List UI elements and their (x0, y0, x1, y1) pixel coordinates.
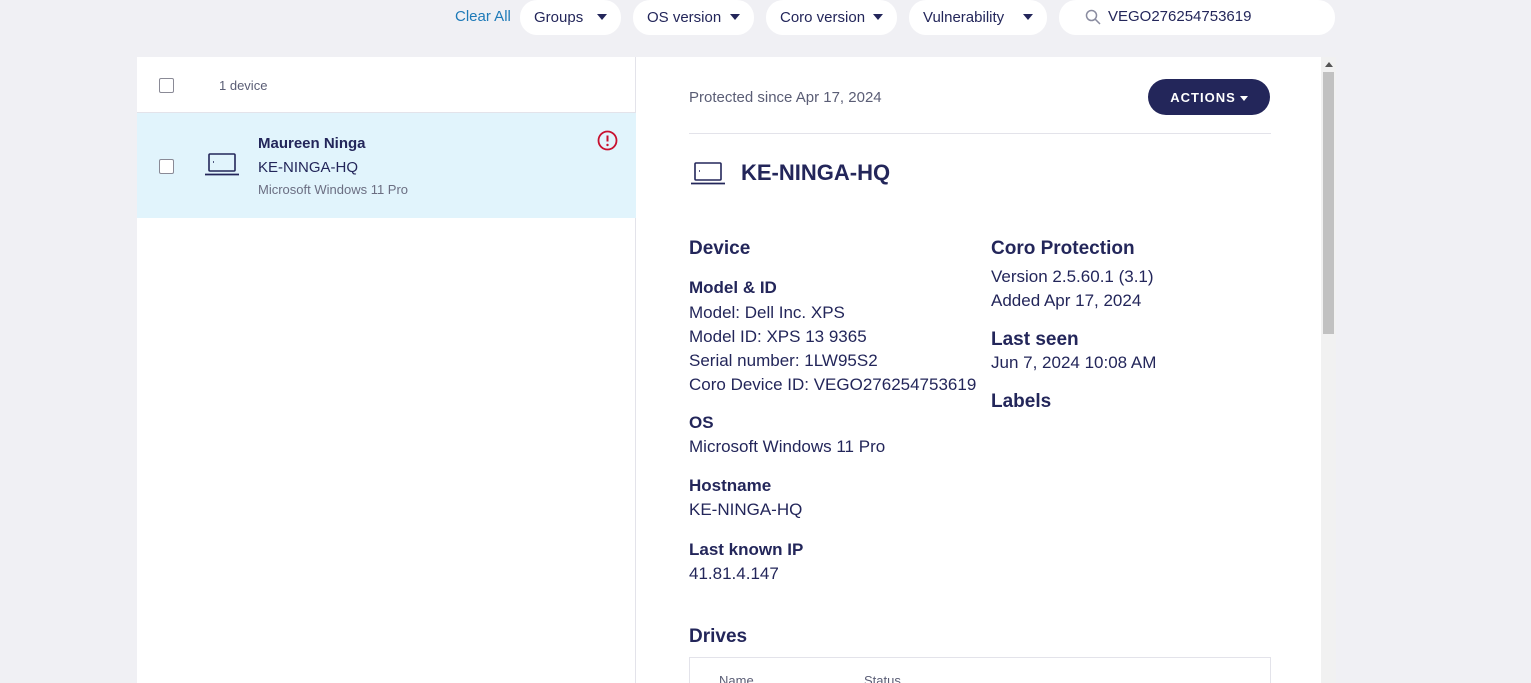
clear-all-link[interactable]: Clear All (455, 8, 511, 25)
added-date-value: Added Apr 17, 2024 (991, 291, 1142, 310)
actions-label: ACTIONS (1170, 89, 1236, 105)
chevron-down-icon (873, 14, 883, 20)
last-seen-value: Jun 7, 2024 10:08 AM (991, 353, 1157, 372)
os-value: Microsoft Windows 11 Pro (689, 437, 886, 456)
scrollbar[interactable] (1321, 57, 1336, 683)
groups-filter-dropdown[interactable]: Groups (520, 0, 621, 35)
drives-heading: Drives (689, 626, 748, 647)
drives-table: Name Status (689, 657, 1271, 683)
scroll-up-arrow-icon[interactable] (1325, 62, 1333, 67)
chevron-down-icon (1023, 14, 1033, 20)
last-seen-heading: Last seen (991, 329, 1079, 350)
actions-button[interactable]: ACTIONS (1148, 79, 1270, 115)
os-version-filter-label: OS version (647, 9, 722, 26)
select-all-checkbox[interactable] (159, 78, 174, 93)
divider (689, 133, 1271, 134)
model-id-value: Model ID: XPS 13 9365 (689, 327, 867, 346)
device-list: 1 device Maureen Ninga KE-NINGA-HQ Micro… (137, 57, 636, 683)
hostname-heading: Hostname (689, 476, 772, 495)
device-user: Maureen Ninga (258, 135, 366, 152)
device-count: 1 device (219, 78, 268, 93)
row-checkbox[interactable] (159, 159, 174, 174)
laptop-icon (691, 162, 725, 185)
drives-col-status: Status (864, 673, 901, 683)
vulnerability-filter-label: Vulnerability (923, 9, 1005, 26)
list-item[interactable]: Maureen Ninga KE-NINGA-HQ Microsoft Wind… (137, 113, 636, 218)
os-version-filter-dropdown[interactable]: OS version (633, 0, 754, 35)
hostname-value: KE-NINGA-HQ (689, 500, 803, 519)
chevron-down-icon (730, 14, 740, 20)
coro-protection-heading: Coro Protection (991, 238, 1135, 259)
device-detail: Protected since Apr 17, 2024 ACTIONS KE-… (637, 57, 1321, 683)
devices-panel: 1 device Maureen Ninga KE-NINGA-HQ Micro… (137, 57, 1336, 683)
page-title: KE-NINGA-HQ (741, 160, 891, 185)
serial-number-value: Serial number: 1LW95S2 (689, 351, 878, 370)
search-icon (1085, 9, 1101, 25)
caret-down-icon (1239, 96, 1248, 101)
model-id-heading: Model & ID (689, 278, 777, 297)
device-list-header: 1 device (137, 57, 636, 113)
alert-icon (597, 130, 618, 151)
groups-filter-label: Groups (534, 9, 584, 26)
coro-version-filter-dropdown[interactable]: Coro version (766, 0, 897, 35)
device-os: Microsoft Windows 11 Pro (258, 182, 409, 197)
coro-version-filter-label: Coro version (780, 9, 866, 26)
last-known-ip-heading: Last known IP (689, 540, 804, 559)
filter-bar: Clear All Groups OS version Coro version… (0, 0, 1531, 35)
drives-col-name: Name (719, 673, 754, 683)
protected-since: Protected since Apr 17, 2024 (689, 89, 882, 106)
coro-version-value: Version 2.5.60.1 (3.1) (991, 267, 1154, 286)
last-known-ip-value: 41.81.4.147 (689, 564, 779, 583)
model-value: Model: Dell Inc. XPS (689, 303, 845, 322)
search-box (1059, 0, 1335, 35)
laptop-icon (205, 153, 239, 176)
scrollbar-thumb[interactable] (1323, 72, 1334, 334)
vulnerability-filter-dropdown[interactable]: Vulnerability (909, 0, 1047, 35)
os-heading: OS (689, 413, 714, 432)
chevron-down-icon (597, 14, 607, 20)
coro-device-id-value: Coro Device ID: VEGO276254753619 (689, 375, 977, 394)
device-hostname: KE-NINGA-HQ (258, 159, 359, 176)
device-section-heading: Device (689, 238, 751, 259)
search-input[interactable] (1108, 8, 1318, 25)
labels-heading: Labels (991, 391, 1052, 412)
